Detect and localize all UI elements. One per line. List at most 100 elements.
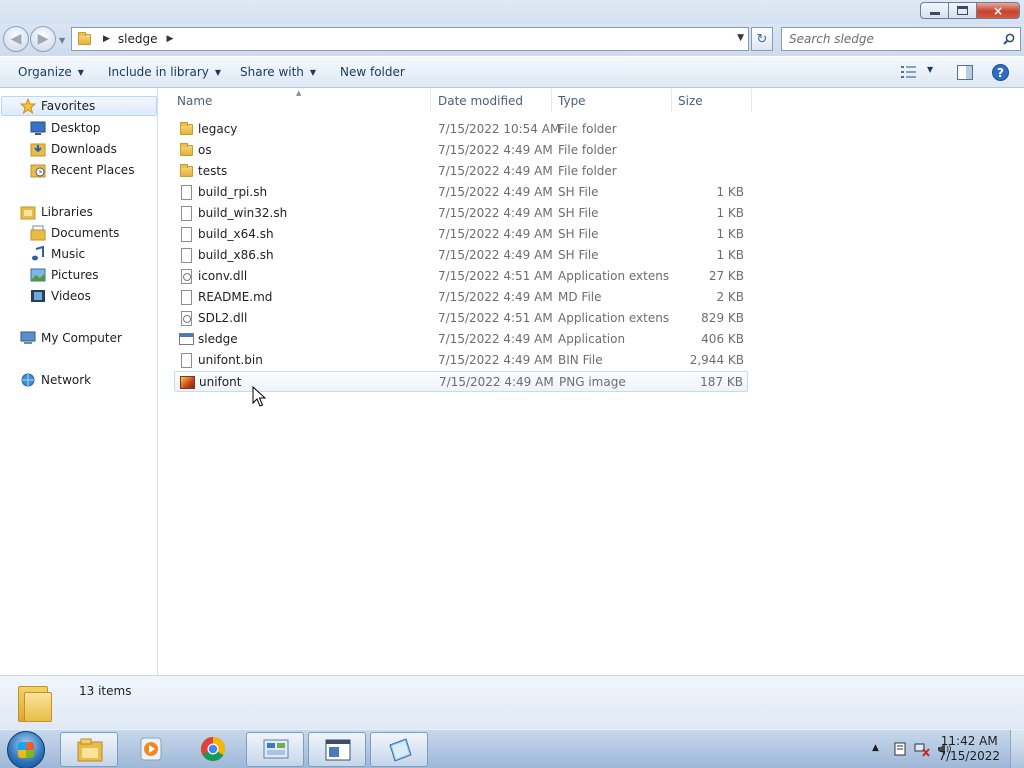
show-hidden-icons-icon[interactable]: ▲ (872, 743, 879, 753)
breadcrumb-separator-icon[interactable]: ▶ (167, 34, 174, 44)
file-size: 406 KB (701, 332, 744, 346)
file-icon (179, 206, 194, 221)
breadcrumb-separator-icon[interactable]: ▶ (103, 34, 110, 44)
file-date-modified: 7/15/2022 4:49 AM (438, 290, 553, 304)
file-type: BIN File (558, 353, 603, 367)
back-button[interactable]: ◀ (3, 26, 29, 52)
share-with-button[interactable]: Share with ▼ (240, 65, 316, 79)
file-row[interactable]: unifont.bin 7/15/2022 4:49 AM BIN File 2,94… (174, 350, 748, 371)
nav-recent-places[interactable]: Recent Places (30, 160, 134, 180)
nav-my-computer[interactable]: My Computer (20, 328, 122, 348)
file-row[interactable]: sledge 7/15/2022 4:49 AM Application 406 KB (174, 329, 748, 350)
share-with-label: Share with (240, 65, 304, 79)
search-box[interactable] (781, 27, 1021, 51)
nav-network[interactable]: Network (20, 370, 91, 390)
nav-label: Recent Places (51, 163, 135, 177)
view-options-icon[interactable] (901, 65, 917, 79)
application-icon (179, 332, 194, 347)
file-row[interactable]: build_x86.sh 7/15/2022 4:49 AM SH File 1 KB (174, 245, 748, 266)
folder-icon (179, 122, 194, 137)
file-size: 2,944 KB (689, 353, 744, 367)
taskbar-notepad[interactable] (370, 732, 428, 767)
file-row[interactable]: SDL2.dll 7/15/2022 4:51 AM Application ext… (174, 308, 748, 329)
forward-button[interactable]: ▶ (30, 26, 56, 52)
new-folder-label: New folder (340, 65, 405, 79)
taskbar-explorer[interactable] (60, 732, 118, 767)
file-type: SH File (558, 248, 599, 262)
file-size: 187 KB (700, 375, 743, 389)
column-label: Type (558, 93, 586, 108)
details-pane: 13 items (0, 675, 1024, 729)
column-header-size[interactable]: Size (672, 89, 752, 112)
file-row[interactable]: os 7/15/2022 4:49 AM File folder (174, 140, 748, 161)
taskbar-app-window[interactable] (308, 732, 366, 767)
nav-libraries[interactable]: Libraries (20, 202, 93, 222)
recent-pages-dropdown[interactable]: ▼ (59, 36, 65, 45)
nav-desktop[interactable]: Desktop (30, 118, 101, 138)
back-arrow-icon: ◀ (10, 31, 22, 47)
nav-documents[interactable]: Documents (30, 223, 119, 243)
search-icon[interactable] (1003, 33, 1015, 45)
nav-pictures[interactable]: Pictures (30, 265, 99, 285)
file-list: Name ▲ Date modified Type Size legacy 7/1… (159, 89, 1024, 675)
breadcrumb-sledge[interactable]: sledge (118, 32, 158, 46)
nav-downloads[interactable]: Downloads (30, 139, 117, 159)
organize-button[interactable]: Organize ▼ (18, 65, 84, 79)
start-button[interactable] (7, 731, 45, 768)
action-center-icon[interactable] (892, 741, 908, 757)
pictures-icon (30, 268, 46, 282)
file-row[interactable]: tests 7/15/2022 4:49 AM File folder (174, 161, 748, 182)
minimize-button[interactable] (920, 2, 948, 19)
chevron-down-icon: ▼ (214, 67, 222, 77)
new-folder-button[interactable]: New folder (340, 65, 405, 79)
file-size: 829 KB (701, 311, 744, 325)
address-bar[interactable]: ▶ sledge ▶ ▼ (71, 27, 749, 51)
search-input[interactable] (789, 32, 989, 46)
taskbar-chrome[interactable] (184, 732, 242, 767)
file-row[interactable]: README.md 7/15/2022 4:49 AM MD File 2 KB (174, 287, 748, 308)
column-label: Date modified (438, 93, 524, 108)
taskbar-control-panel[interactable] (246, 732, 304, 767)
view-dropdown-icon[interactable]: ▼ (927, 65, 933, 74)
include-in-library-button[interactable]: Include in library ▼ (108, 65, 221, 79)
nav-videos[interactable]: Videos (30, 286, 91, 306)
refresh-button[interactable]: ↻ (751, 27, 773, 51)
file-date-modified: 7/15/2022 4:49 AM (438, 206, 553, 220)
column-header-date-modified[interactable]: Date modified (432, 89, 552, 112)
file-name: build_x86.sh (198, 248, 274, 262)
file-row[interactable]: iconv.dll 7/15/2022 4:51 AM Application ex… (174, 266, 748, 287)
network-icon (21, 373, 35, 387)
file-row[interactable]: build_win32.sh 7/15/2022 4:49 AM SH File 1 … (174, 203, 748, 224)
file-icon (179, 185, 194, 200)
file-size: 1 KB (716, 227, 744, 241)
column-header-type[interactable]: Type (552, 89, 672, 112)
file-date-modified: 7/15/2022 4:49 AM (439, 375, 554, 389)
media-player-icon (140, 737, 162, 761)
file-type: SH File (558, 206, 599, 220)
desktop-icon (30, 121, 46, 135)
preview-pane-icon[interactable] (957, 65, 973, 80)
file-date-modified: 7/15/2022 4:51 AM (438, 311, 553, 325)
png-image-icon (180, 375, 195, 390)
show-desktop-button[interactable] (1010, 730, 1024, 768)
help-icon[interactable]: ? (992, 64, 1009, 81)
nav-favorites[interactable]: Favorites (1, 96, 157, 116)
nav-label: Desktop (51, 121, 101, 135)
network-status-icon[interactable] (914, 741, 930, 757)
dll-icon (179, 311, 194, 326)
file-icon (179, 290, 194, 305)
file-row[interactable]: build_rpi.sh 7/15/2022 4:49 AM SH File 1 KB (174, 182, 748, 203)
clock[interactable]: 11:42 AM 7/15/2022 (938, 734, 1000, 764)
close-button[interactable]: × (976, 2, 1020, 19)
maximize-button[interactable] (948, 2, 976, 19)
file-date-modified: 7/15/2022 4:49 AM (438, 227, 553, 241)
file-row[interactable]: build_x64.sh 7/15/2022 4:49 AM SH File 1 KB (174, 224, 748, 245)
nav-music[interactable]: Music (30, 244, 85, 264)
address-history-dropdown[interactable]: ▼ (737, 33, 744, 43)
taskbar-media-player[interactable] (122, 732, 180, 767)
file-row[interactable]: legacy 7/15/2022 10:54 AM File folder (174, 119, 748, 140)
file-date-modified: 7/15/2022 4:49 AM (438, 143, 553, 157)
file-type: File folder (558, 164, 617, 178)
navigation-bar: ◀ ▶ ▼ ▶ sledge ▶ ▼ ↻ (0, 24, 1024, 56)
music-icon (32, 246, 44, 261)
